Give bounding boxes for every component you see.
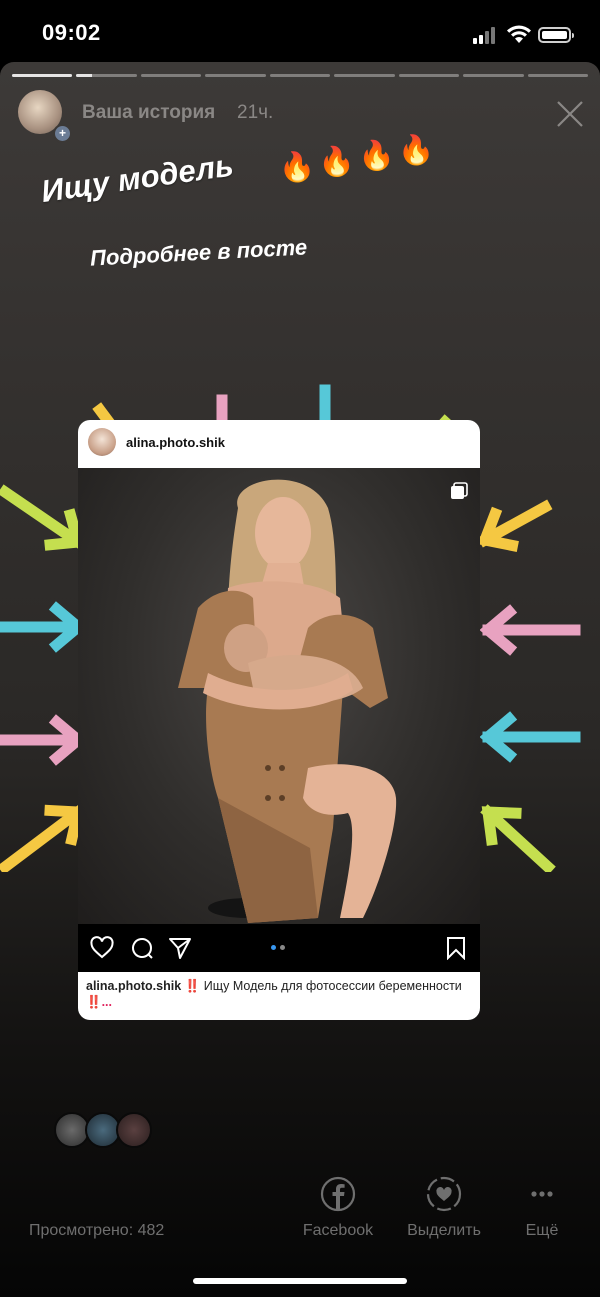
carousel-indicator [271,945,285,950]
viewed-count[interactable]: Просмотрено: 482 [29,1222,164,1240]
facebook-label[interactable]: Facebook [300,1222,376,1240]
arrow-icon [0,714,87,766]
progress-segment [12,74,73,77]
arrow-icon [0,484,86,551]
more-dots-icon[interactable] [524,1176,560,1212]
multiple-photos-icon [451,482,468,499]
caption-ellipsis: ‼️... [86,995,112,1009]
arrow-icon [0,601,87,653]
heart-icon[interactable] [90,936,114,960]
cellular-signal-icon [473,26,499,44]
highlight-label[interactable]: Выделить [402,1222,486,1240]
post-username[interactable]: alina.photo.shik [126,435,225,450]
close-icon[interactable] [556,100,584,128]
viewer-avatars[interactable] [54,1112,164,1148]
shared-post-card[interactable]: alina.photo.shik alina.photo.shik ‼️ Ищу… [78,420,480,1020]
caption-text: Ищу Модель для фотосессии беременности [203,979,462,993]
progress-segment [463,74,524,77]
post-avatar[interactable] [88,428,116,456]
post-photo-image [178,479,397,923]
progress-segment [398,74,460,77]
bookmark-icon[interactable] [444,936,468,960]
status-time: 09:02 [42,20,101,45]
fire-emoji-icons: 🔥🔥🔥🔥 [276,131,440,187]
arrow-icon [0,804,86,872]
progress-segment [527,74,588,77]
arrow-icon [477,499,553,552]
double-exclamation-icon: ‼️ [184,979,201,993]
share-icon[interactable] [168,936,192,960]
post-caption[interactable]: alina.photo.shik ‼️ Ищу Модель для фотос… [86,978,472,1010]
screen: 09:02 + Ваша история 21ч. Ищу модель 🔥🔥🔥… [0,0,600,1297]
sticker-subtitle: Подробнее в посте [89,234,308,271]
avatar[interactable] [116,1112,152,1148]
story-timestamp: 21ч. [237,102,274,123]
comment-icon[interactable] [130,936,154,960]
highlight-heart-icon[interactable] [426,1176,462,1212]
battery-icon [538,27,574,43]
carousel-dot [271,945,276,950]
progress-segment [76,74,137,77]
sticker-title: Ищу модель [38,147,236,210]
wifi-icon [507,25,531,43]
story-owner-label[interactable]: Ваша история [82,102,215,124]
post-photo[interactable] [78,468,480,924]
facebook-icon[interactable] [320,1176,356,1212]
story-progress-bar [12,74,588,77]
status-bar: 09:02 [0,0,600,62]
carousel-dot [280,945,285,950]
progress-segment [269,74,331,77]
add-story-icon[interactable]: + [53,124,72,143]
caption-username[interactable]: alina.photo.shik [86,979,181,993]
progress-segment [140,74,202,77]
post-action-bar [78,924,480,972]
post-header[interactable]: alina.photo.shik [78,420,480,466]
home-indicator[interactable] [193,1278,407,1284]
arrow-icon [479,604,581,656]
progress-segment [205,74,266,77]
arrow-icon [480,804,556,872]
more-label[interactable]: Ещё [520,1222,564,1240]
progress-segment [334,74,395,77]
arrow-icon [479,711,581,763]
